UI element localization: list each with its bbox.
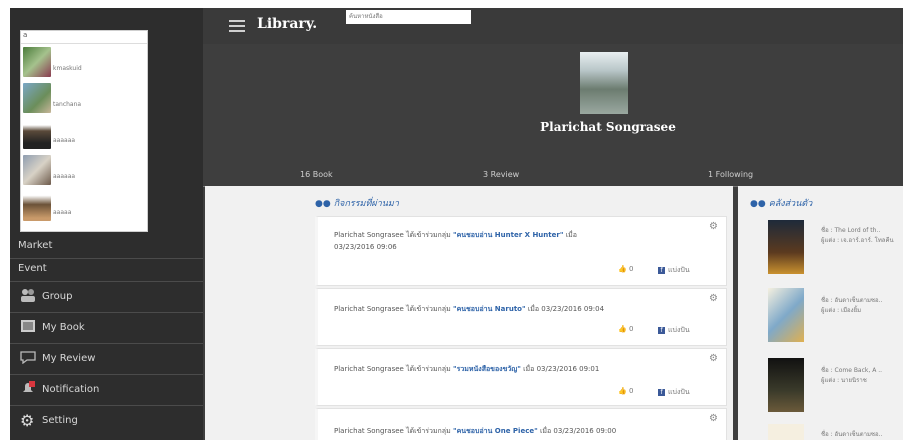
menu-event[interactable]: Event [10, 259, 203, 282]
bell-icon [23, 381, 35, 392]
activity-text: Plarichat Songrasee ได้เข้าร่วมกลุ่ม "คน… [334, 427, 617, 435]
shelf-heading: ●● คลังส่วนตัว [750, 199, 813, 209]
book-meta: ชื่อ : อันดาเซ็นตามซอ.. [821, 431, 883, 438]
gear-icon[interactable]: ⚙ [709, 293, 718, 304]
book-cover[interactable] [768, 424, 804, 440]
friend-item[interactable]: aaaaaa [23, 119, 147, 151]
top-bar: Library. [203, 8, 903, 44]
share-button[interactable]: f แบ่งปัน [658, 265, 690, 276]
book-meta: ชื่อ : อันดาเซ็นตามซอ.. ผู้แต่ง : เมืองยิ… [821, 297, 883, 314]
gear-icon[interactable]: ⚙ [709, 413, 718, 424]
menu-label: Setting [42, 415, 78, 426]
group-icon [21, 289, 35, 302]
menu-notification[interactable]: Notification [10, 375, 203, 406]
group-link[interactable]: "คนชอบอ่าน Hunter X Hunter" [453, 231, 564, 239]
share-button[interactable]: f แบ่งปัน [658, 325, 690, 336]
book-meta: ชื่อ : Come Back, A .. ผู้แต่ง : นายนิราช [821, 367, 883, 384]
profile-stats: 16 Book 3 Review 1 Following [203, 168, 903, 187]
friend-item[interactable]: aaaaa [23, 191, 147, 223]
friend-search-input[interactable]: a [21, 31, 147, 44]
activity-text: Plarichat Songrasee ได้เข้าร่วมกลุ่ม "คน… [334, 231, 577, 251]
menu-label: My Book [42, 322, 85, 333]
book-cover[interactable] [768, 220, 804, 274]
friend-avatar [23, 47, 51, 77]
facebook-icon: f [658, 326, 665, 334]
profile-name: Plarichat Songrasee [540, 120, 676, 134]
comment-icon [20, 351, 36, 364]
friend-name: tanchana [53, 101, 82, 108]
friend-name: aaaaaa [53, 137, 76, 144]
menu-my-book[interactable]: My Book [10, 313, 203, 344]
shelf-heading-text: คลังส่วนตัว [768, 199, 813, 209]
menu-label: My Review [42, 353, 96, 364]
book-cover[interactable] [768, 288, 804, 342]
activity-item: Plarichat Songrasee ได้เข้าร่วมกลุ่ม "คน… [315, 408, 727, 440]
group-link[interactable]: "คนชอบอ่าน One Piece" [453, 427, 538, 435]
like-button[interactable]: 👍 0 [618, 265, 633, 273]
activity-text: Plarichat Songrasee ได้เข้าร่วมกลุ่ม "คน… [334, 305, 605, 313]
friend-name: aaaaaa [53, 173, 76, 180]
facebook-icon: f [658, 266, 665, 274]
menu-market[interactable]: Market [10, 236, 203, 259]
book-icon [21, 320, 35, 332]
like-button[interactable]: 👍 0 [618, 325, 633, 333]
friend-avatar [23, 83, 51, 113]
facebook-icon: f [658, 388, 665, 396]
activity-item: Plarichat Songrasee ได้เข้าร่วมกลุ่ม "คน… [315, 288, 727, 346]
book-meta: ชื่อ : The Lord of th.. ผู้แต่ง : เจ.อาร์… [821, 227, 894, 244]
share-button[interactable]: f แบ่งปัน [658, 387, 690, 398]
group-link[interactable]: "รวมหนังสือของขวัญ" [453, 365, 521, 373]
friend-item[interactable]: tanchana [23, 83, 147, 115]
app-title: Library. [257, 16, 318, 32]
menu-group[interactable]: Group [10, 282, 203, 313]
menu-label: Notification [42, 384, 100, 395]
group-link[interactable]: "คนชอบอ่าน Naruto" [453, 305, 526, 313]
friend-avatar [23, 155, 51, 185]
activity-item: Plarichat Songrasee ได้เข้าร่วมกลุ่ม "รว… [315, 348, 727, 406]
friend-item[interactable]: aaaaaa [23, 155, 147, 187]
gear-icon: ⚙ [20, 411, 35, 430]
profile-avatar [580, 52, 628, 114]
friend-list-panel: a kmaskuid tanchana aaaaaa aaaaaa aaaaa [20, 30, 148, 232]
friend-name: kmaskuid [53, 65, 82, 72]
like-button[interactable]: 👍 0 [618, 387, 633, 395]
menu-label: Group [42, 291, 73, 302]
friend-item[interactable]: kmaskuid [23, 47, 147, 79]
activity-text: Plarichat Songrasee ได้เข้าร่วมกลุ่ม "รว… [334, 365, 600, 373]
app-window: a kmaskuid tanchana aaaaaa aaaaaa aaaaa [10, 8, 903, 440]
friend-avatar [23, 191, 51, 221]
sidebar: a kmaskuid tanchana aaaaaa aaaaaa aaaaa [10, 8, 203, 440]
menu-my-review[interactable]: My Review [10, 344, 203, 375]
gear-icon[interactable]: ⚙ [709, 353, 718, 364]
book-search-input[interactable] [346, 10, 471, 24]
friend-avatar [23, 119, 51, 149]
activity-heading: ●● กิจกรรมที่ผ่านมา [315, 199, 399, 209]
activity-heading-text: กิจกรรมที่ผ่านมา [333, 199, 399, 209]
gear-icon[interactable]: ⚙ [709, 221, 718, 232]
personal-shelf: ●● คลังส่วนตัว ชื่อ : The Lord of th.. ผู้… [738, 186, 903, 440]
menu-setting[interactable]: ⚙ Setting [10, 406, 203, 440]
stat-books[interactable]: 16 Book [300, 170, 333, 179]
menu-label: Market [18, 240, 53, 251]
book-cover[interactable] [768, 358, 804, 412]
stat-reviews[interactable]: 3 Review [483, 170, 519, 179]
stat-following[interactable]: 1 Following [708, 170, 753, 179]
activity-panel: ●● กิจกรรมที่ผ่านมา Plarichat Songrasee ไ… [205, 186, 733, 440]
menu-label: Event [18, 263, 47, 274]
menu-icon[interactable] [229, 20, 245, 32]
activity-item: Plarichat Songrasee ได้เข้าร่วมกลุ่ม "คน… [315, 216, 727, 286]
friend-name: aaaaa [53, 209, 72, 216]
